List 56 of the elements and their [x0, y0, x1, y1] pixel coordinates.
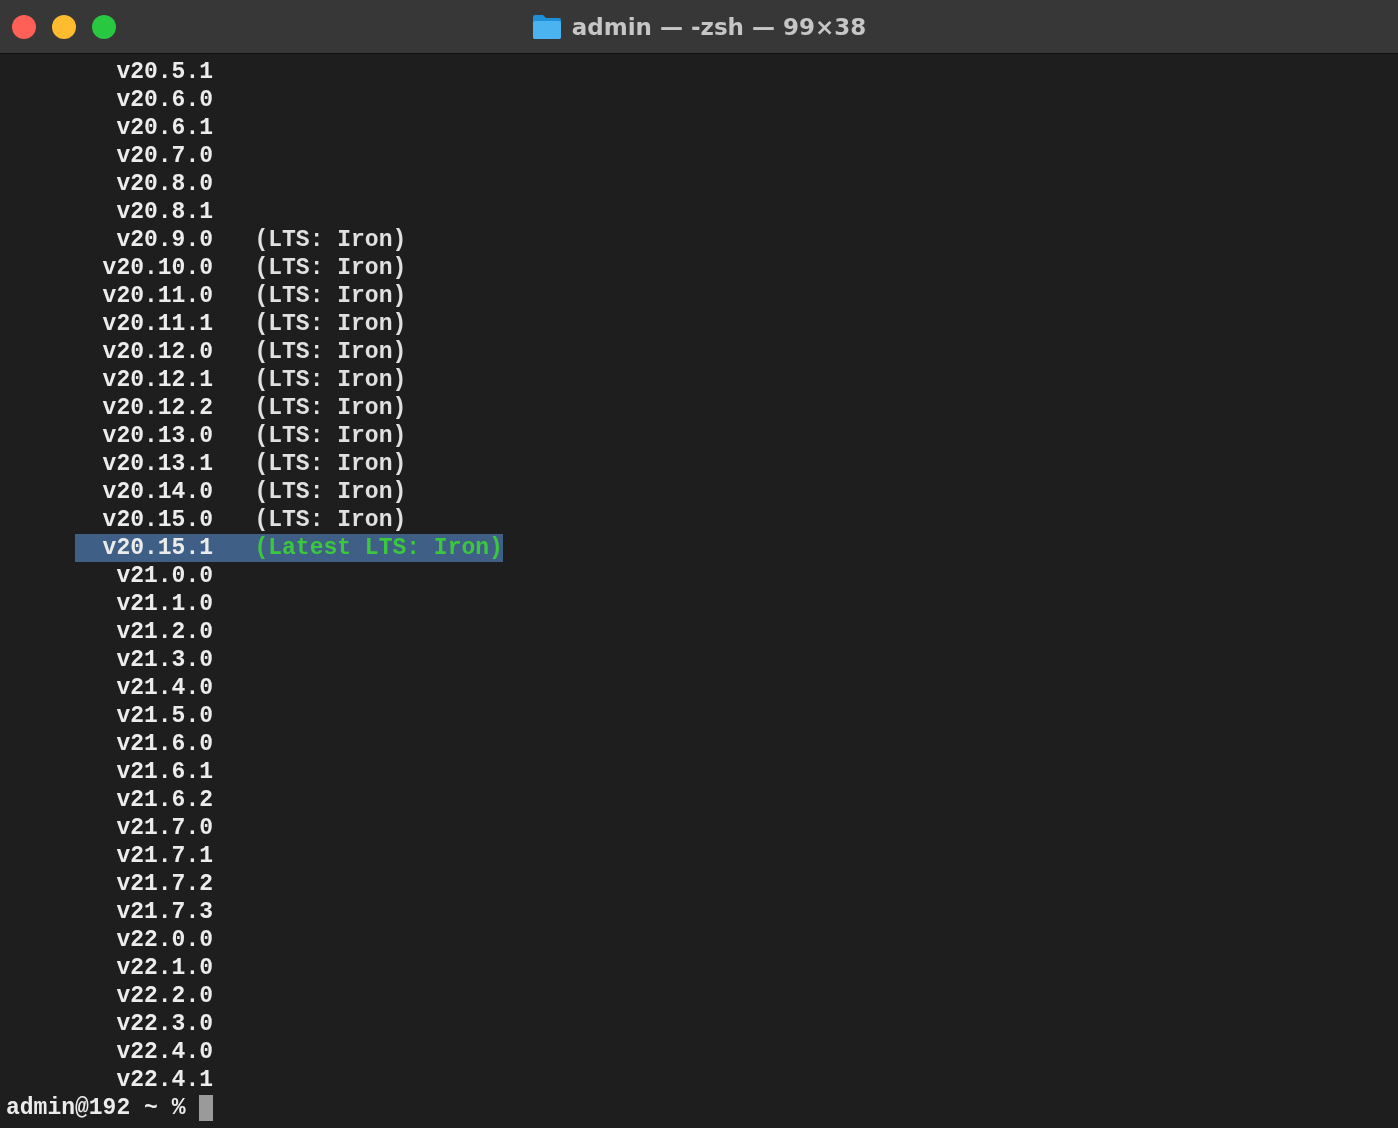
lts-label: (LTS: Iron): [254, 226, 407, 254]
version-text: v20.8.1: [115, 198, 213, 226]
lts-label: (Latest LTS: Iron): [254, 534, 503, 562]
lts-label: (LTS: Iron): [254, 310, 407, 338]
lts-label: (LTS: Iron): [254, 282, 407, 310]
lts-label: (LTS: Iron): [254, 366, 407, 394]
version-text: v21.7.3: [115, 898, 213, 926]
version-text: v20.7.0: [115, 142, 213, 170]
lts-label: (LTS: Iron): [254, 254, 407, 282]
version-text: v22.1.0: [115, 954, 213, 982]
version-text: v20.9.0: [115, 226, 213, 254]
version-text: v21.6.1: [115, 758, 213, 786]
version-text: v20.14.0: [101, 478, 213, 506]
version-text: v21.6.2: [115, 786, 213, 814]
version-text: v20.10.0: [101, 254, 213, 282]
version-text: v20.12.0: [101, 338, 213, 366]
version-text: v22.4.0: [115, 1038, 213, 1066]
zoom-icon[interactable]: [92, 14, 116, 39]
version-text: v20.6.1: [115, 114, 213, 142]
version-text: v20.12.2: [101, 394, 213, 422]
lts-label: (LTS: Iron): [254, 338, 407, 366]
version-text: v20.6.0: [115, 86, 213, 114]
version-text: v21.0.0: [115, 562, 213, 590]
lts-label: (LTS: Iron): [254, 422, 407, 450]
close-icon[interactable]: [12, 14, 36, 39]
version-text: v21.5.0: [115, 702, 213, 730]
version-text: v20.8.0: [115, 170, 213, 198]
version-text: v21.6.0: [115, 730, 213, 758]
version-text: v20.13.0: [101, 422, 213, 450]
version-text: v21.7.1: [115, 842, 213, 870]
version-text: v20.12.1: [101, 366, 213, 394]
version-text: v20.13.1: [101, 450, 213, 478]
lts-label: (LTS: Iron): [254, 478, 407, 506]
folder-icon: [531, 13, 562, 40]
version-text: v22.3.0: [115, 1010, 213, 1038]
version-text: v21.7.0: [115, 814, 213, 842]
version-text: v20.11.1: [101, 310, 213, 338]
version-text: v21.4.0: [115, 674, 213, 702]
version-text: v21.3.0: [115, 646, 213, 674]
minimize-icon[interactable]: [52, 14, 76, 39]
lts-label: (LTS: Iron): [254, 450, 407, 478]
lts-label: (LTS: Iron): [254, 394, 407, 422]
version-text: v21.2.0: [115, 618, 213, 646]
shell-prompt: admin@192 ~ %: [6, 1094, 186, 1122]
version-text: v20.11.0: [101, 282, 213, 310]
version-text: v20.15.1: [101, 534, 213, 562]
version-text: v20.5.1: [115, 58, 213, 86]
version-text: v20.15.0: [101, 506, 213, 534]
version-text: v21.7.2: [115, 870, 213, 898]
version-text: v22.0.0: [115, 926, 213, 954]
window-title: admin — -zsh — 99×38: [571, 13, 867, 40]
version-text: v22.2.0: [115, 982, 213, 1010]
text-cursor: [199, 1095, 214, 1121]
version-text: v22.4.1: [115, 1066, 213, 1094]
lts-label: (LTS: Iron): [254, 506, 407, 534]
version-text: v21.1.0: [115, 590, 213, 618]
